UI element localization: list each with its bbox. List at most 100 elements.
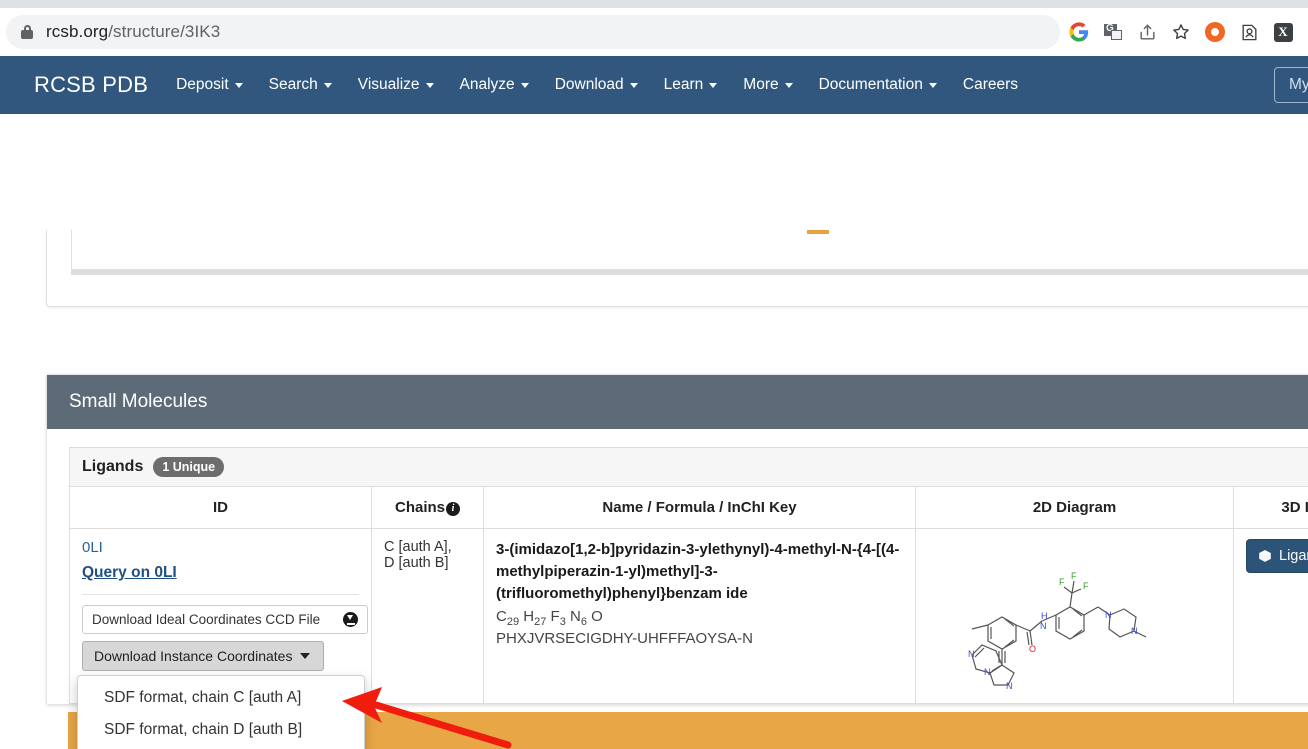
formula-el-1: H — [523, 608, 535, 626]
address-bar[interactable]: rcsb.org/structure/3IK3 — [6, 15, 1060, 49]
svg-text:H: H — [1041, 611, 1048, 621]
formula-el-2: F — [550, 608, 560, 626]
nav-label: Deposit — [176, 76, 229, 93]
nav-item-more[interactable]: More — [743, 76, 793, 94]
nav-menu: Deposit Search Visualize Analyze Downloa… — [176, 76, 1018, 94]
extension-person-icon[interactable] — [1234, 17, 1264, 47]
download-instance-coordinates-menu: SDF format, chain C [auth A] SDF format,… — [77, 675, 365, 749]
svg-text:N: N — [1040, 621, 1047, 631]
divider — [82, 594, 359, 595]
chevron-down-icon — [928, 82, 937, 88]
menu-item-sdf-chain-c[interactable]: SDF format, chain C [auth A] — [78, 682, 364, 714]
chemical-name: 3-(imidazo[1,2-b]pyridazin-3-ylethynyl)-… — [496, 541, 900, 602]
download-ccd-label: Download Ideal Coordinates CCD File — [92, 612, 321, 627]
svg-text:F: F — [1071, 571, 1077, 581]
svg-text:N: N — [1105, 610, 1112, 620]
toolbar-actions: G X — [1064, 17, 1302, 47]
molecule-2d-structure-icon: H N O F F F N N N N N — [968, 571, 1147, 691]
chevron-down-icon — [709, 82, 718, 88]
site-brand[interactable]: RCSB PDB — [34, 72, 148, 98]
download-instance-label: Download Instance Coordinates — [94, 648, 293, 664]
site-navbar: RCSB PDB Deposit Search Visualize Analyz… — [0, 56, 1308, 114]
url-host: rcsb.org — [46, 22, 109, 41]
svg-text:N: N — [984, 667, 991, 677]
chemical-formula: C29 H27 F3 N6 O — [496, 608, 903, 628]
share-icon[interactable] — [1132, 17, 1162, 47]
svg-text:F: F — [1083, 581, 1089, 591]
chevron-down-icon — [300, 653, 311, 659]
extension-x-glyph: X — [1273, 22, 1293, 42]
column-header-id: ID — [69, 486, 372, 529]
formula-ct-2: 3 — [559, 616, 566, 629]
page-title: Small Molecules — [47, 375, 1308, 429]
extension-orange-icon[interactable] — [1200, 17, 1230, 47]
info-icon[interactable]: i — [446, 501, 460, 516]
cell-2d-diagram: H N O F F F N N N N N — [915, 528, 1234, 704]
translate-icon[interactable]: G — [1098, 17, 1128, 47]
extension-x-icon[interactable]: X — [1268, 17, 1298, 47]
ligands-label: Ligands — [82, 458, 144, 475]
cell-name-formula-inchi: 3-(imidazo[1,2-b]pyridazin-3-ylethynyl)-… — [483, 528, 916, 704]
cell-chains: C [auth A], D [auth B] — [371, 528, 484, 704]
column-header-chains: Chains i — [371, 486, 484, 529]
nav-label: More — [743, 76, 779, 93]
nav-item-visualize[interactable]: Visualize — [358, 76, 434, 94]
svg-text:N: N — [1131, 626, 1138, 636]
column-header-name: Name / Formula / InChI Key — [483, 486, 916, 529]
nav-item-learn[interactable]: Learn — [664, 76, 718, 94]
unique-count-badge: 1 Unique — [153, 457, 225, 477]
nav-label: Search — [268, 76, 318, 93]
nav-item-analyze[interactable]: Analyze — [460, 76, 529, 94]
nav-label: Analyze — [459, 76, 515, 93]
formula-ct-0: 29 — [506, 616, 520, 629]
cell-3d-interactions: Ligan — [1233, 528, 1308, 704]
nav-label: Visualize — [357, 76, 420, 93]
query-on-ligand-link[interactable]: Query on 0LI — [82, 564, 359, 582]
ligand-id-link[interactable]: 0LI — [82, 539, 359, 556]
nav-label: Download — [554, 76, 624, 93]
menu-item-sdf-chain-d[interactable]: SDF format, chain D [auth B] — [78, 714, 364, 746]
url-path: /structure/3IK3 — [108, 22, 221, 41]
inchi-key: PHXJVRSECIGDHY-UHFFFAOYSA-N — [496, 630, 753, 648]
nav-item-careers[interactable]: Careers — [963, 76, 1018, 94]
small-molecules-card: Small Molecules Ligands 1 Unique ID Chai… — [46, 374, 1308, 705]
chevron-down-icon — [323, 82, 332, 88]
ligands-header: Ligands 1 Unique — [69, 447, 1308, 486]
nav-label: Learn — [663, 76, 704, 93]
chevron-down-icon — [234, 82, 243, 88]
google-icon[interactable] — [1064, 17, 1094, 47]
nav-item-deposit[interactable]: Deposit — [176, 76, 243, 94]
browser-window: rcsb.org/structure/3IK3 G X RCSB PDB Dep… — [0, 0, 1308, 749]
svg-text:O: O — [1029, 644, 1036, 654]
ligands-table: ID Chains i Name / Formula / InChI Key 2D… — [69, 486, 1308, 704]
chevron-down-icon — [520, 82, 529, 88]
nav-label: Documentation — [818, 76, 923, 93]
chevron-down-icon — [629, 82, 638, 88]
chains-label: Chains — [394, 499, 445, 516]
orange-accent-marker — [807, 230, 829, 234]
previous-panel-inner — [71, 230, 1308, 270]
nav-item-documentation[interactable]: Documentation — [819, 76, 937, 94]
column-header-3d-interactions: 3D Intera — [1233, 486, 1308, 529]
tab-strip-area — [0, 0, 1308, 8]
lock-icon — [20, 24, 34, 40]
url-text: rcsb.org/structure/3IK3 — [46, 22, 220, 42]
chevron-down-icon — [784, 82, 793, 88]
nav-item-download[interactable]: Download — [555, 76, 638, 94]
chain-line-1: C [auth A], — [384, 539, 452, 555]
formula-ct-3: 6 — [580, 616, 587, 629]
browser-toolbar: rcsb.org/structure/3IK3 G X — [0, 8, 1308, 56]
formula-ct-1: 27 — [534, 616, 547, 629]
download-ccd-button[interactable]: Download Ideal Coordinates CCD File — [82, 605, 368, 634]
nav-item-search[interactable]: Search — [269, 76, 332, 94]
bookmark-star-icon[interactable] — [1166, 17, 1196, 47]
mypdb-button[interactable]: My — [1274, 67, 1308, 103]
ligand-interaction-button[interactable]: Ligan — [1246, 539, 1308, 573]
ligand-interaction-label: Ligan — [1279, 548, 1308, 564]
cube-icon — [1259, 550, 1271, 562]
formula-el-3: N — [570, 608, 581, 626]
svg-text:N: N — [1006, 681, 1013, 689]
column-header-2d-diagram: 2D Diagram — [915, 486, 1234, 529]
download-instance-coordinates-button[interactable]: Download Instance Coordinates — [82, 641, 324, 671]
small-molecules-body: Ligands 1 Unique ID Chains i Name / Formu… — [47, 429, 1308, 704]
